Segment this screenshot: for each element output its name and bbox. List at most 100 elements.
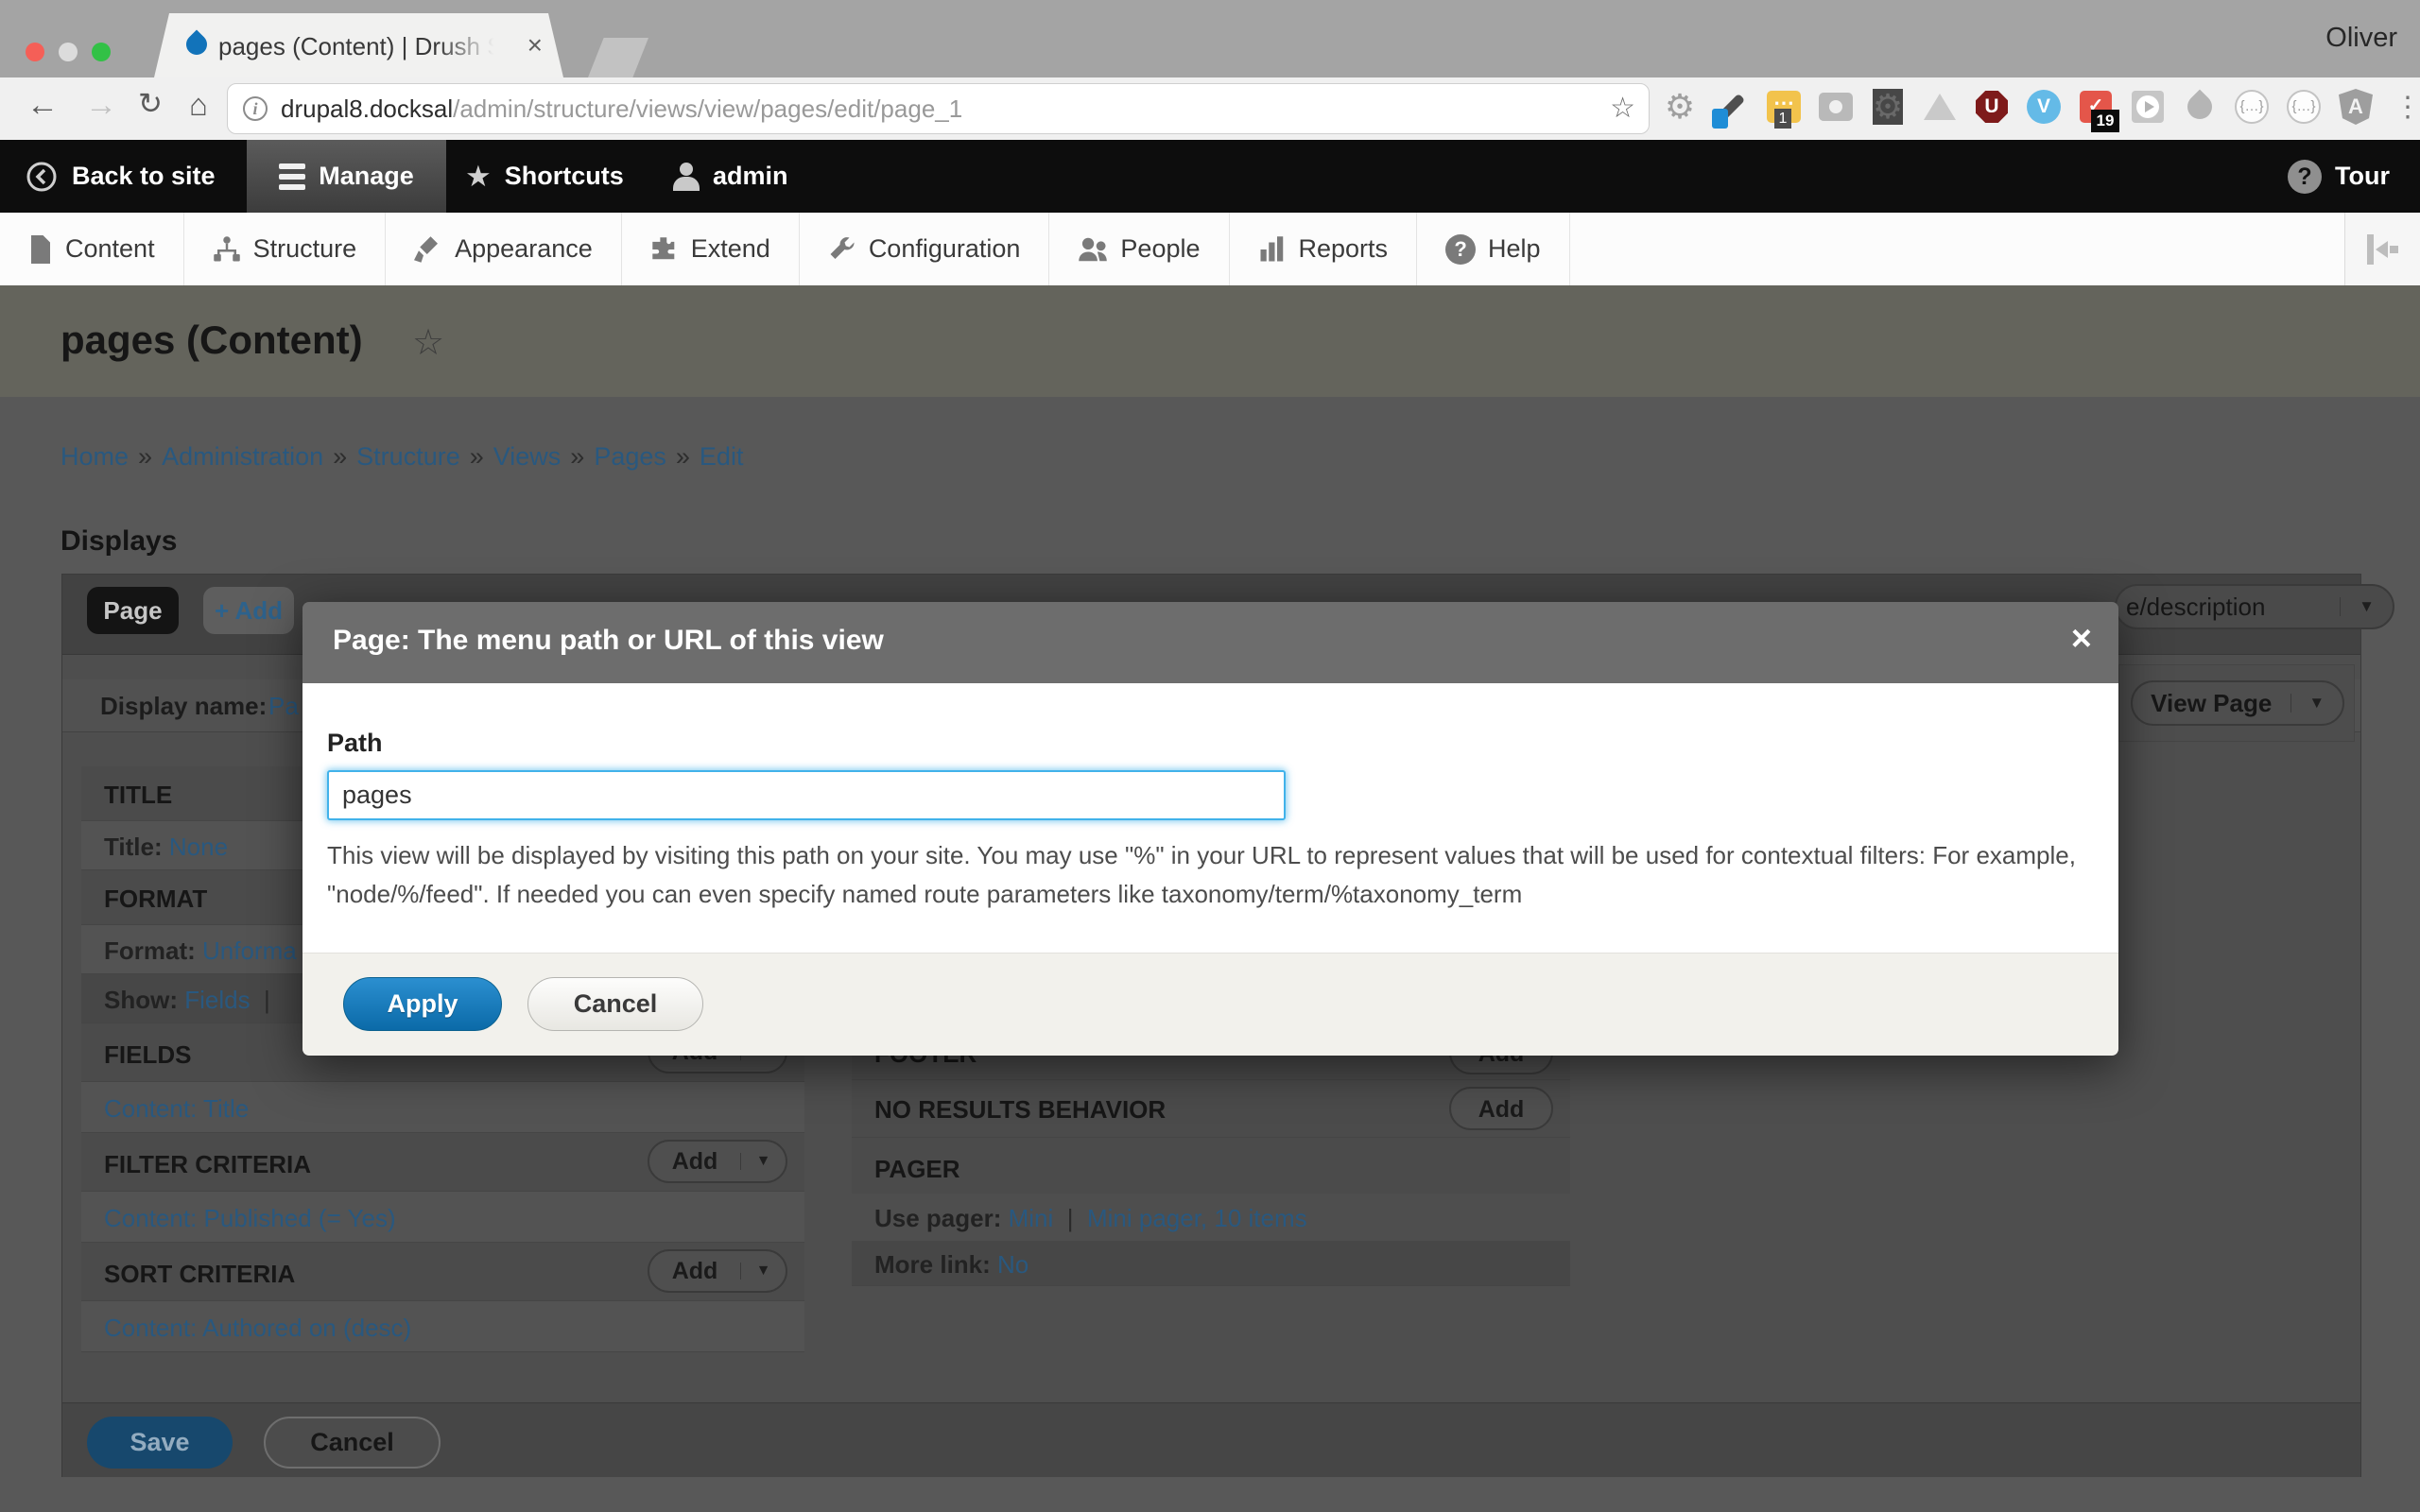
json-extension-icon-2[interactable]: {…} bbox=[2286, 89, 2322, 125]
video-extension-icon[interactable] bbox=[2130, 89, 2166, 125]
page-title: pages (Content) bbox=[60, 318, 363, 363]
display-name-value[interactable]: Pa bbox=[268, 692, 299, 721]
forward-icon: → bbox=[85, 87, 117, 124]
sort-item-link[interactable]: Content: Authored on (desc) bbox=[104, 1314, 411, 1343]
filter-add-button[interactable]: Add▼ bbox=[648, 1140, 787, 1183]
use-pager-link[interactable]: Mini bbox=[1009, 1204, 1054, 1232]
zoom-window-button[interactable] bbox=[92, 43, 111, 61]
no-results-add-button[interactable]: Add bbox=[1449, 1087, 1553, 1130]
url-text[interactable]: drupal8.docksal/admin/structure/views/vi… bbox=[281, 94, 962, 124]
manage-menu-button[interactable]: Manage bbox=[247, 140, 446, 213]
more-link-value[interactable]: No bbox=[997, 1250, 1028, 1279]
menu-item-appearance[interactable]: Appearance bbox=[386, 213, 622, 285]
shortcuts-label: Shortcuts bbox=[505, 162, 624, 191]
menu-item-extend[interactable]: Extend bbox=[622, 213, 800, 285]
chevron-down-icon[interactable]: ▼ bbox=[2340, 597, 2393, 616]
cancel-button[interactable]: Cancel bbox=[264, 1417, 441, 1469]
sort-criteria-header: SORT CRITERIA Add▼ bbox=[81, 1243, 804, 1301]
menu-item-reports[interactable]: Reports bbox=[1230, 213, 1418, 285]
breadcrumb-edit[interactable]: Edit bbox=[700, 442, 744, 471]
add-display-button[interactable]: + Add bbox=[203, 587, 294, 634]
extension-row: ⚙ ⋯1 ⚙ U V ✓19 {…} {…} A ⋮ bbox=[1662, 89, 2420, 125]
dialog-cancel-button[interactable]: Cancel bbox=[527, 977, 703, 1031]
more-link-row: More link: No bbox=[852, 1241, 1570, 1286]
breadcrumb: Home»Administration»Structure»Views»Page… bbox=[60, 442, 743, 472]
path-input[interactable] bbox=[327, 770, 1286, 820]
drupal-extension-icon[interactable] bbox=[2182, 89, 2218, 125]
extend-icon bbox=[650, 235, 679, 264]
favorite-star-icon[interactable]: ☆ bbox=[412, 321, 444, 364]
shortcuts-button[interactable]: ★ Shortcuts bbox=[465, 140, 624, 213]
apply-button[interactable]: Apply bbox=[343, 977, 502, 1031]
site-info-icon[interactable]: i bbox=[243, 96, 268, 121]
menu-item-people[interactable]: People bbox=[1049, 213, 1229, 285]
colorpicker-badge bbox=[1712, 109, 1728, 129]
json-extension-icon[interactable]: {…} bbox=[2234, 89, 2270, 125]
breadcrumb-structure[interactable]: Structure bbox=[356, 442, 460, 471]
fields-item-link[interactable]: Content: Title bbox=[104, 1094, 249, 1124]
dialog-header[interactable]: Page: The menu path or URL of this view … bbox=[302, 602, 2118, 683]
pager-section-header: PAGER bbox=[852, 1138, 1570, 1194]
vimeo-extension-icon[interactable]: V bbox=[2026, 89, 2062, 125]
address-bar[interactable]: i drupal8.docksal/admin/structure/views/… bbox=[227, 83, 1650, 134]
lastpass-extension-icon[interactable]: ⋯1 bbox=[1766, 89, 1802, 125]
back-to-site-button[interactable]: Back to site bbox=[25, 140, 216, 213]
sort-item-row: Content: Authored on (desc) bbox=[81, 1301, 804, 1352]
displays-heading: Displays bbox=[60, 525, 177, 558]
angular-extension-icon[interactable]: A bbox=[2338, 89, 2374, 125]
gear-extension-icon[interactable]: ⚙ bbox=[1662, 89, 1698, 125]
drive-extension-icon[interactable] bbox=[1922, 89, 1958, 125]
tab-close-icon[interactable]: × bbox=[527, 30, 543, 60]
user-icon bbox=[673, 163, 700, 191]
filter-criteria-header: FILTER CRITERIA Add▼ bbox=[81, 1133, 804, 1192]
chevron-down-icon[interactable]: ▼ bbox=[740, 1153, 786, 1170]
sort-add-button[interactable]: Add▼ bbox=[648, 1249, 787, 1293]
tour-button[interactable]: ? Tour bbox=[2288, 140, 2390, 213]
format-value-link[interactable]: Unforma bbox=[202, 936, 297, 965]
breadcrumb-administration[interactable]: Administration bbox=[162, 442, 323, 471]
save-button[interactable]: Save bbox=[87, 1417, 233, 1469]
people-icon bbox=[1078, 235, 1108, 264]
breadcrumb-pages[interactable]: Pages bbox=[594, 442, 666, 471]
url-host: drupal8.docksal bbox=[281, 94, 453, 123]
title-value-link[interactable]: None bbox=[169, 833, 228, 861]
menu-item-help[interactable]: ? Help bbox=[1417, 213, 1570, 285]
menu-item-content[interactable]: Content bbox=[0, 213, 184, 285]
menu-item-configuration[interactable]: Configuration bbox=[800, 213, 1050, 285]
display-tab-page[interactable]: Page bbox=[87, 587, 179, 634]
dark-gear-extension-icon[interactable]: ⚙ bbox=[1870, 89, 1906, 125]
show-value-link[interactable]: Fields bbox=[184, 986, 250, 1014]
view-name-description-dropdown[interactable]: e/description ▼ bbox=[2115, 584, 2394, 629]
breadcrumb-views[interactable]: Views bbox=[493, 442, 562, 471]
home-icon[interactable]: ⌂ bbox=[189, 87, 208, 123]
filter-item-link[interactable]: Content: Published (= Yes) bbox=[104, 1204, 396, 1233]
reports-icon bbox=[1258, 235, 1287, 264]
close-window-button[interactable] bbox=[26, 43, 44, 61]
view-name-description-label: e/description bbox=[2117, 593, 2340, 622]
chevron-down-icon[interactable]: ▼ bbox=[740, 1263, 786, 1280]
browser-menu-icon[interactable]: ⋮ bbox=[2390, 89, 2420, 125]
ublock-extension-icon[interactable]: U bbox=[1974, 89, 2010, 125]
reload-icon[interactable]: ↻ bbox=[138, 87, 163, 121]
minimize-window-button[interactable] bbox=[59, 43, 78, 61]
menu-item-structure[interactable]: Structure bbox=[184, 213, 387, 285]
toolbar-collapse-button[interactable] bbox=[2344, 213, 2420, 285]
chevron-down-icon[interactable]: ▼ bbox=[2290, 694, 2343, 713]
screenshot-extension-icon[interactable] bbox=[1818, 89, 1854, 125]
bookmark-star-icon[interactable]: ☆ bbox=[1610, 92, 1635, 125]
view-page-button[interactable]: View Page ▼ bbox=[2131, 680, 2344, 726]
back-icon[interactable]: ← bbox=[26, 87, 59, 124]
admin-user-button[interactable]: admin bbox=[673, 140, 788, 213]
display-name-label: Display name: bbox=[100, 692, 267, 721]
path-dialog: Page: The menu path or URL of this view … bbox=[302, 602, 2118, 1056]
colorpicker-extension-icon[interactable] bbox=[1714, 89, 1750, 125]
close-icon[interactable]: × bbox=[2071, 619, 2092, 660]
todoist-extension-icon[interactable]: ✓19 bbox=[2078, 89, 2114, 125]
pager-options-link[interactable]: Mini pager, 10 items bbox=[1087, 1204, 1307, 1232]
browser-tab[interactable]: pages (Content) | Drush Site-In × bbox=[154, 13, 563, 77]
breadcrumb-home[interactable]: Home bbox=[60, 442, 129, 471]
content-icon bbox=[28, 235, 53, 264]
new-tab-button[interactable] bbox=[588, 38, 648, 77]
browser-profile-name[interactable]: Oliver bbox=[2325, 23, 2397, 54]
dialog-body: Path This view will be displayed by visi… bbox=[302, 683, 2118, 953]
